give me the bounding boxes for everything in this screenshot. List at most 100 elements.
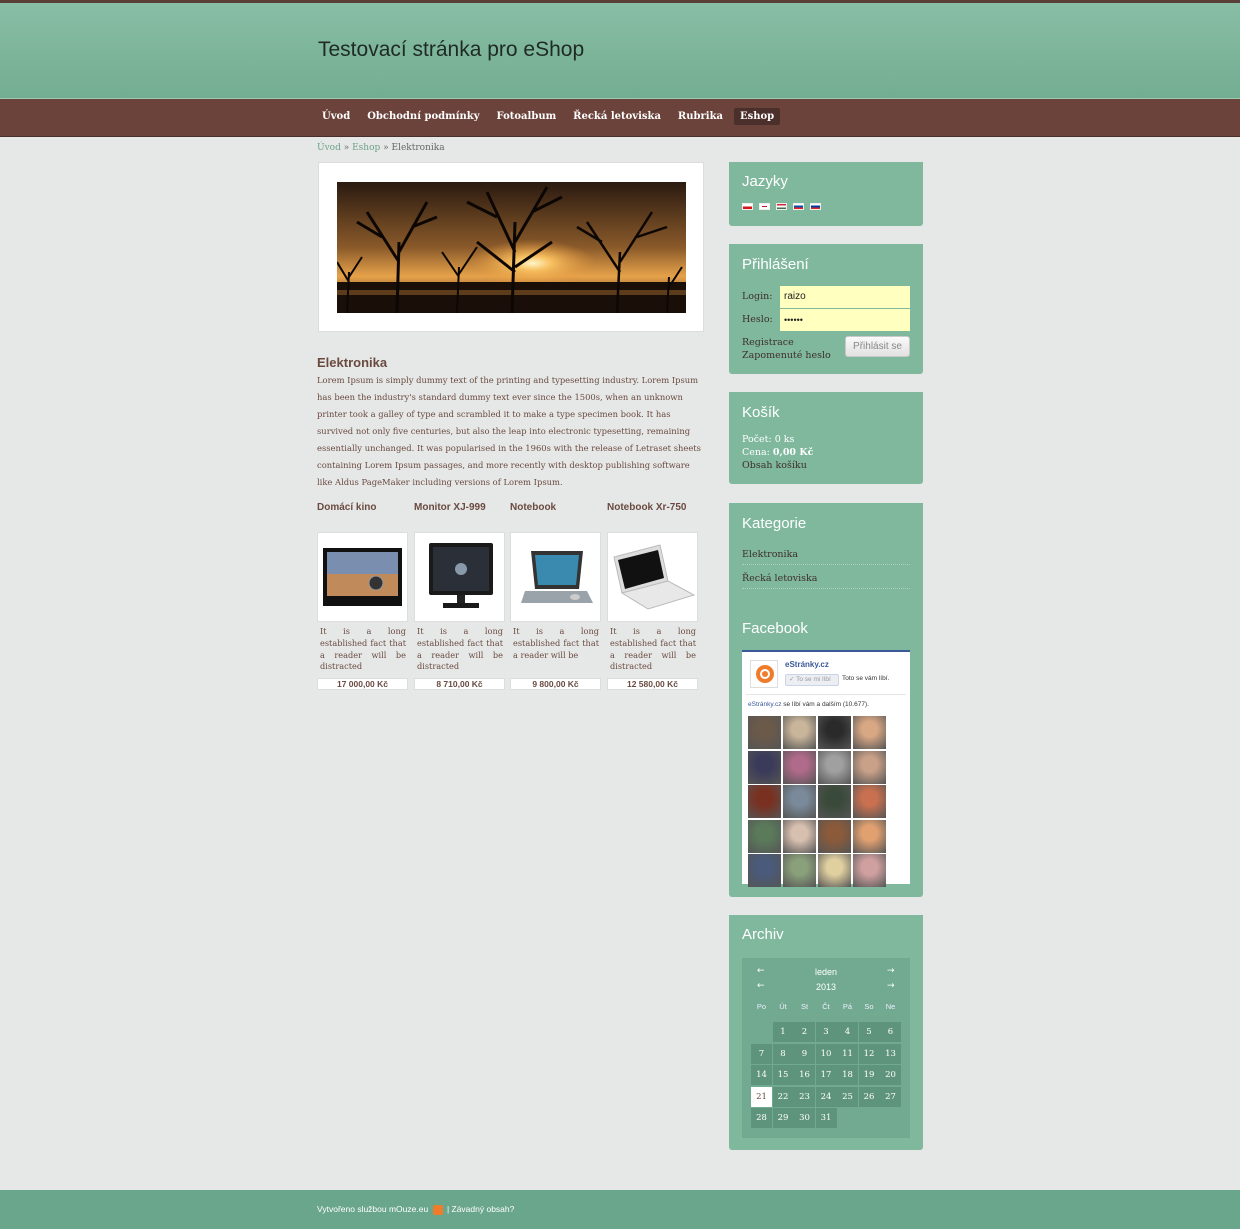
calendar-month: leden	[814, 967, 838, 977]
nav-item-eshop[interactable]: Eshop	[733, 108, 781, 125]
calendar-day[interactable]: 19	[858, 1065, 880, 1086]
facebook-fan-count: eStránky.cz se líbí vám a dalším (10.677…	[748, 701, 869, 708]
calendar-day[interactable]: 28	[751, 1108, 772, 1129]
calendar-day[interactable]: 17	[815, 1065, 837, 1086]
calendar-day[interactable]: 21	[751, 1086, 772, 1107]
product-name[interactable]: Monitor XJ-999	[414, 502, 486, 513]
estranky-icon	[432, 1204, 443, 1215]
calendar-day[interactable]: 5	[858, 1022, 880, 1042]
login-input[interactable]: raizo	[780, 286, 910, 308]
report-content-link[interactable]: Závadný obsah?	[452, 1204, 515, 1214]
calendar-day[interactable]: 20	[880, 1065, 901, 1086]
calendar-day[interactable]: 13	[880, 1043, 901, 1064]
calendar-day[interactable]: 15	[772, 1065, 794, 1086]
nav-item-recka-letoviska[interactable]: Řecká letoviska	[567, 108, 667, 125]
calendar-day[interactable]: 6	[880, 1022, 901, 1042]
avatar[interactable]	[818, 716, 851, 749]
avatar[interactable]	[748, 716, 781, 749]
product-name[interactable]: Notebook	[510, 502, 556, 513]
calendar-day[interactable]: 8	[772, 1043, 794, 1064]
calendar-day[interactable]: 2	[794, 1022, 815, 1042]
calendar-day[interactable]: 16	[794, 1065, 815, 1086]
avatar[interactable]	[783, 750, 816, 784]
calendar-day[interactable]: 24	[815, 1086, 837, 1107]
nav-item-rubrika[interactable]: Rubrika	[672, 108, 729, 125]
calendar-day[interactable]: 27	[880, 1086, 901, 1107]
facebook-page-name[interactable]: eStránky.cz	[785, 660, 829, 669]
product-description: It is a long established fact that a rea…	[513, 626, 599, 660]
password-input[interactable]: ••••••	[780, 309, 910, 331]
product-image-notebook-xr750[interactable]	[607, 532, 698, 622]
calendar-day[interactable]: 23	[794, 1086, 815, 1107]
calendar-day[interactable]: 10	[815, 1043, 837, 1064]
calendar-day[interactable]: 7	[751, 1043, 772, 1064]
avatar[interactable]	[853, 819, 886, 853]
avatar[interactable]	[853, 716, 886, 749]
avatar[interactable]	[783, 819, 816, 853]
avatar[interactable]	[818, 854, 851, 887]
categories-title: Kategorie	[742, 515, 807, 532]
calendar-day[interactable]: 4	[837, 1022, 858, 1042]
avatar[interactable]	[853, 854, 886, 887]
next-month-arrow-icon[interactable]: →	[887, 966, 895, 976]
avatar[interactable]	[783, 785, 816, 818]
calendar-day[interactable]: 12	[858, 1043, 880, 1064]
login-button[interactable]: Přihlásit se	[845, 336, 910, 357]
product-image-monitor[interactable]	[414, 532, 505, 622]
nav-item-fotoalbum[interactable]: Fotoalbum	[491, 108, 563, 125]
avatar[interactable]	[748, 785, 781, 818]
avatar[interactable]	[853, 750, 886, 784]
hu-flag-icon[interactable]	[776, 203, 787, 210]
prev-month-arrow-icon[interactable]: ←	[757, 966, 765, 976]
footer-created-link[interactable]: Vytvořeno službou mOuze.eu	[317, 1204, 428, 1214]
calendar-day[interactable]: 9	[794, 1043, 815, 1064]
avatar[interactable]	[853, 785, 886, 818]
calendar-day[interactable]: 1	[772, 1022, 794, 1042]
product-image-notebook[interactable]	[510, 532, 601, 622]
calendar-day[interactable]: 31	[815, 1108, 837, 1129]
product-image-home-cinema[interactable]	[317, 532, 408, 622]
calendar-day[interactable]: 22	[772, 1086, 794, 1107]
product-price: 8 710,00 Kč	[414, 678, 505, 690]
calendar-day[interactable]: 30	[794, 1108, 815, 1129]
avatar[interactable]	[748, 854, 781, 887]
avatar[interactable]	[748, 819, 781, 853]
prev-year-arrow-icon[interactable]: ←	[757, 981, 765, 991]
cart-contents-link[interactable]: Obsah košíku	[742, 460, 807, 471]
avatar[interactable]	[783, 854, 816, 887]
nav-item-obchodni-podminky[interactable]: Obchodní podmínky	[361, 108, 485, 125]
avatar[interactable]	[818, 819, 851, 853]
facebook-page-link[interactable]: eStránky.cz	[748, 701, 781, 708]
site-title[interactable]: Testovací stránka pro eShop	[318, 38, 584, 62]
ru-flag-icon[interactable]	[810, 203, 821, 210]
next-year-arrow-icon[interactable]: →	[887, 981, 895, 991]
category-item[interactable]: Elektronika	[742, 549, 910, 565]
calendar-day[interactable]: 29	[772, 1108, 794, 1129]
breadcrumb-eshop-link[interactable]: Eshop	[352, 143, 380, 153]
calendar-day[interactable]: 3	[815, 1022, 837, 1042]
category-item[interactable]: Řecká letoviska	[742, 573, 910, 589]
avatar[interactable]	[818, 750, 851, 784]
nav-item-uvod[interactable]: Úvod	[316, 108, 356, 125]
product-name[interactable]: Domácí kino	[317, 502, 376, 513]
calendar-day[interactable]: 25	[837, 1086, 858, 1107]
calendar-day[interactable]: 14	[751, 1065, 772, 1086]
sk-flag-icon[interactable]	[793, 203, 804, 210]
forgot-password-link[interactable]: Zapomenuté heslo	[742, 350, 831, 361]
facebook-like-button[interactable]: ✓ To se mi líbí	[785, 674, 839, 686]
calendar-day[interactable]: 11	[837, 1043, 858, 1064]
breadcrumb-home-link[interactable]: Úvod	[317, 143, 341, 153]
avatar[interactable]	[748, 750, 781, 784]
product-name[interactable]: Notebook Xr-750	[607, 502, 686, 513]
gb-flag-icon[interactable]	[759, 203, 770, 210]
login-title: Přihlášení	[742, 256, 809, 273]
calendar-day[interactable]: 18	[837, 1065, 858, 1086]
estranky-logo-icon[interactable]	[750, 660, 778, 688]
register-link[interactable]: Registrace	[742, 337, 794, 348]
avatar[interactable]	[818, 785, 851, 818]
avatar[interactable]	[783, 716, 816, 749]
cz-flag-icon[interactable]	[742, 203, 753, 210]
product-description: It is a long established fact that a rea…	[610, 626, 696, 672]
calendar-weekday: Út	[779, 1002, 787, 1011]
calendar-day[interactable]: 26	[858, 1086, 880, 1107]
